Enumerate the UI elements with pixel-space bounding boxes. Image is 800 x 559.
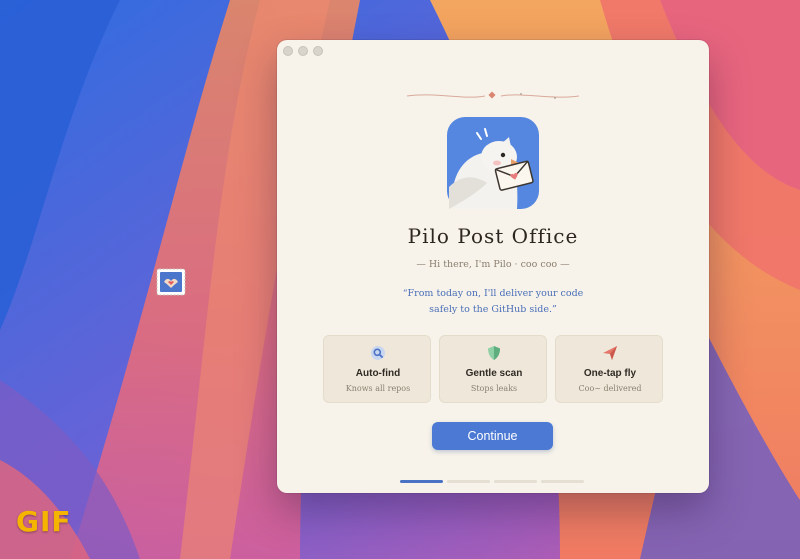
pigeon-with-letter-icon (447, 117, 539, 209)
feature-title: One-tap fly (583, 368, 637, 379)
zoom-button[interactable] (313, 46, 323, 56)
paper-plane-icon (603, 346, 617, 360)
quote-line: safely to the GitHub side.” (429, 304, 557, 315)
feature-card-auto-find: Auto-find Knows all repos (323, 335, 431, 403)
intro-quote: “From today on, I'll deliver your code s… (373, 286, 613, 318)
page-dot-3[interactable] (494, 480, 537, 483)
quote-line: “From today on, I'll deliver your code (402, 288, 584, 299)
feature-title: Gentle scan (465, 368, 523, 379)
greeting-text: — Hi there, I'm Pilo · coo coo — (416, 259, 570, 270)
onboarding-window: Pilo Post Office — Hi there, I'm Pilo · … (277, 40, 709, 493)
close-button[interactable] (283, 46, 293, 56)
minimize-button[interactable] (298, 46, 308, 56)
page-dot-1[interactable] (400, 480, 443, 483)
ornament-divider (406, 91, 580, 99)
feature-subtitle: Knows all repos (345, 384, 411, 393)
feature-title: Auto-find (355, 368, 401, 379)
feature-card-one-tap-fly: One-tap fly Coo~ delivered (555, 335, 663, 403)
page-dot-4[interactable] (541, 480, 584, 483)
desktop: GIF Pilo Post Office — Hi there, I'm Pil… (0, 0, 800, 559)
gif-badge: GIF (16, 505, 72, 538)
feature-subtitle: Coo~ delivered (578, 384, 642, 393)
shield-icon (488, 346, 500, 360)
feature-cards: Auto-find Knows all repos Gentle scan St… (323, 335, 663, 403)
magnifier-icon (371, 346, 385, 360)
stamp-icon[interactable] (156, 268, 186, 296)
feature-card-gentle-scan: Gentle scan Stops leaks (439, 335, 547, 403)
app-title: Pilo Post Office (407, 224, 579, 248)
page-indicator (400, 480, 586, 484)
feature-subtitle: Stops leaks (470, 384, 518, 393)
page-dot-2[interactable] (447, 480, 490, 483)
continue-button[interactable]: Continue (432, 422, 553, 450)
